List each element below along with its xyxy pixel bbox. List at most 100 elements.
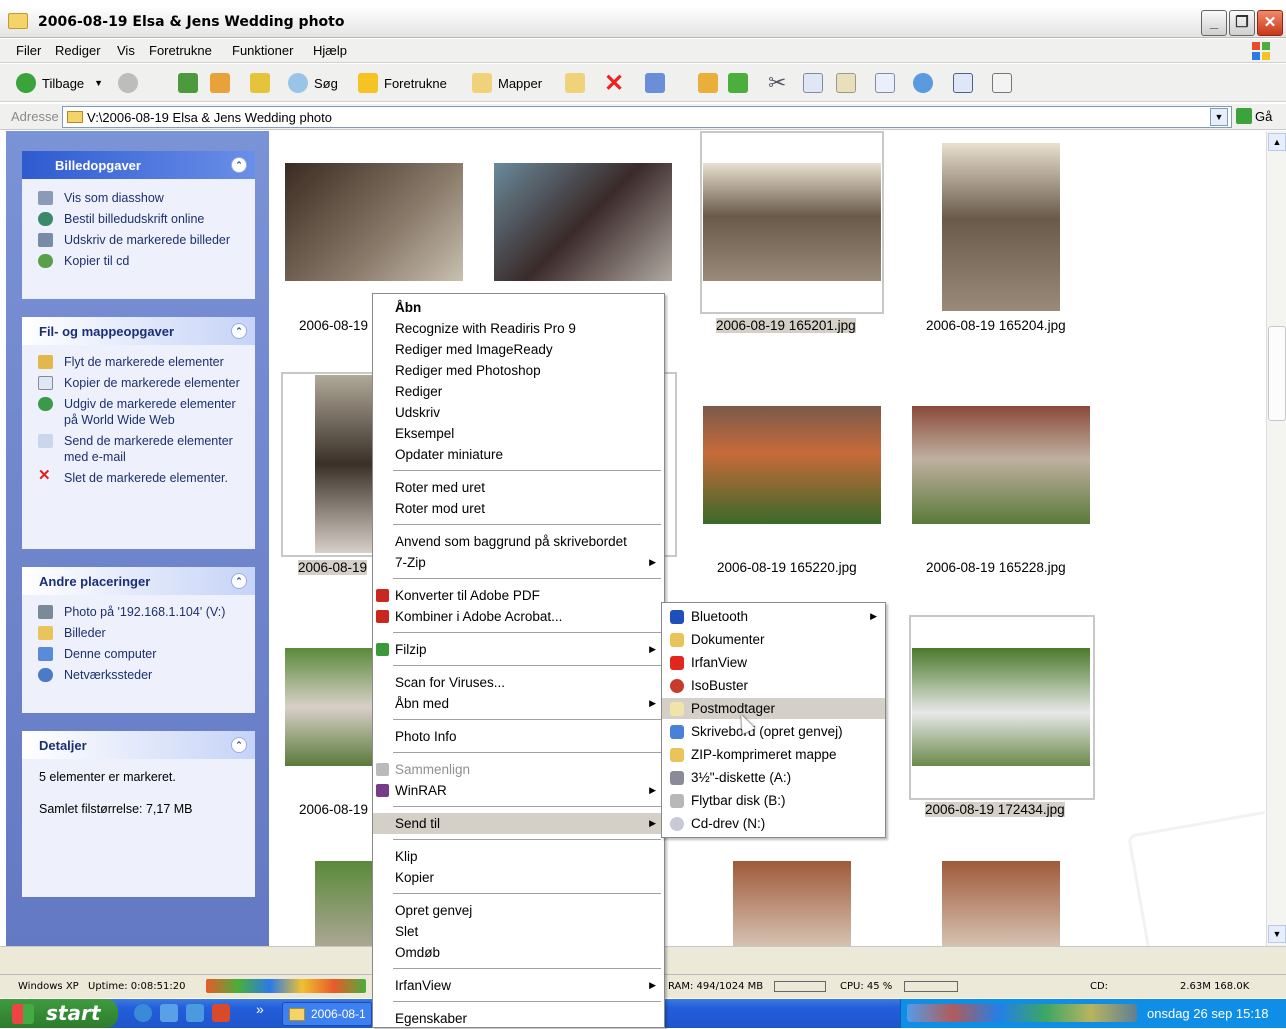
menu-vis[interactable]: Vis <box>117 43 135 58</box>
place-network-drive[interactable]: Photo på '192.168.1.104' (V:) <box>22 604 255 620</box>
address-dropdown[interactable]: ▼ <box>1210 108 1228 126</box>
folders-button[interactable]: Mapper <box>472 72 542 94</box>
menu-hjaelp[interactable]: Hjælp <box>313 43 347 58</box>
menu-item-rotate-cw[interactable]: Roter med uret <box>373 477 664 498</box>
home-icon[interactable] <box>210 73 230 93</box>
menu-funktioner[interactable]: Funktioner <box>232 43 293 58</box>
task-email[interactable]: Send de markerede elementer med e-mail <box>22 433 255 465</box>
chevron-down-icon[interactable]: ▼ <box>94 78 103 88</box>
window-icon[interactable] <box>953 73 973 93</box>
menu-item-refresh-thumbnail[interactable]: Opdater miniature <box>373 444 664 465</box>
menu-item-create-shortcut[interactable]: Opret genvej <box>373 900 664 921</box>
menu-item-irfanview[interactable]: IrfanView ▶ <box>373 975 664 996</box>
browser-icon[interactable] <box>134 1004 152 1022</box>
send-to-irfanview[interactable]: IrfanView <box>662 652 885 673</box>
place-pictures[interactable]: Billeder <box>22 625 255 641</box>
menu-item-preview[interactable]: Eksempel <box>373 423 664 444</box>
scroll-thumb[interactable] <box>1268 326 1286 421</box>
panel-header[interactable]: Detaljer ⌃ <box>22 731 255 759</box>
panel-header[interactable]: Fil- og mappeopgaver ⌃ <box>22 317 255 345</box>
thumbnail-image[interactable] <box>912 648 1090 766</box>
back-button[interactable]: Tilbage ▼ <box>16 72 103 94</box>
vertical-scrollbar[interactable]: ▲ ▼ <box>1266 131 1286 946</box>
menu-item-edit[interactable]: Rediger <box>373 381 664 402</box>
thumbnail-image[interactable] <box>942 143 1060 311</box>
send-to-floppy[interactable]: 3½"-diskette (A:) <box>662 767 885 788</box>
send-to-desktop[interactable]: Skrivebord (opret genvej) <box>662 721 885 742</box>
chevron-up-icon[interactable]: ⌃ <box>231 573 247 589</box>
cut-icon[interactable]: ✂ <box>768 70 786 96</box>
menu-item-filzip[interactable]: Filzip ▶ <box>373 639 664 660</box>
up-folder-icon[interactable] <box>250 73 270 93</box>
menu-item-delete[interactable]: Slet <box>373 921 664 942</box>
move-to-icon[interactable] <box>565 73 585 93</box>
thumbnail-image[interactable] <box>494 163 672 281</box>
title-bar[interactable]: 2006-08-19 Elsa & Jens Wedding photo _ ❐… <box>0 8 1286 38</box>
send-to-documents[interactable]: Dokumenter <box>662 629 885 650</box>
task-slideshow[interactable]: Vis som diasshow <box>22 190 255 206</box>
task-print[interactable]: Udskriv de markerede billeder <box>22 232 255 248</box>
task-order-prints[interactable]: Bestil billedudskrift online <box>22 211 255 227</box>
copy-to-icon[interactable] <box>698 73 718 93</box>
app-icon[interactable] <box>212 1004 230 1022</box>
scroll-up-button[interactable]: ▲ <box>1268 133 1286 151</box>
task-publish[interactable]: Udgiv de markerede elementer på World Wi… <box>22 396 255 428</box>
thumbnail-image[interactable] <box>315 861 375 946</box>
views-icon[interactable] <box>645 73 665 93</box>
send-to-zip-folder[interactable]: ZIP-komprimeret mappe <box>662 744 885 765</box>
app-icon[interactable] <box>160 1004 178 1022</box>
task-delete[interactable]: ✕ Slet de markerede elementer. <box>22 468 255 486</box>
thumbnail-image[interactable] <box>315 375 375 553</box>
thumbnail-image[interactable] <box>912 406 1090 524</box>
send-to-bluetooth[interactable]: Bluetooth ▶ <box>662 606 885 627</box>
search-button[interactable]: Søg <box>288 72 338 94</box>
thumbnail-image[interactable] <box>703 163 881 281</box>
share-icon[interactable] <box>728 73 748 93</box>
send-to-removable-disk[interactable]: Flytbar disk (B:) <box>662 790 885 811</box>
paste-icon[interactable] <box>836 73 856 93</box>
menu-item-set-wallpaper[interactable]: Anvend som baggrund på skrivebordet <box>373 531 664 552</box>
place-my-computer[interactable]: Denne computer <box>22 646 255 662</box>
chevron-right-icon[interactable]: » <box>256 1001 264 1017</box>
menu-item-readiris[interactable]: Recognize with Readiris Pro 9 <box>373 318 664 339</box>
favorites-button[interactable]: Foretrukne <box>358 72 447 94</box>
menu-rediger[interactable]: Rediger <box>55 43 101 58</box>
start-button[interactable]: start <box>0 999 118 1028</box>
send-to-mail-recipient[interactable]: Postmodtager <box>662 698 885 719</box>
menu-item-convert-pdf[interactable]: Konverter til Adobe PDF <box>373 585 664 606</box>
task-copy-to-cd[interactable]: Kopier til cd <box>22 253 255 269</box>
menu-item-cut[interactable]: Klip <box>373 846 664 867</box>
menu-item-open[interactable]: Åbn <box>373 297 664 318</box>
chevron-up-icon[interactable]: ⌃ <box>231 323 247 339</box>
panel-header[interactable]: Billedopgaver ⌃ <box>22 151 255 179</box>
task-move[interactable]: Flyt de markerede elementer <box>22 354 255 370</box>
go-button[interactable]: Gå <box>1236 108 1272 124</box>
menu-item-rename[interactable]: Omdøb <box>373 942 664 963</box>
address-input[interactable]: V:\2006-08-19 Elsa & Jens Wedding photo <box>62 106 1232 128</box>
tray-icons[interactable] <box>907 1004 1137 1022</box>
delete-icon[interactable]: ✕ <box>604 69 624 98</box>
taskbar-explorer-window[interactable]: 2006-08-1 <box>282 1002 372 1026</box>
sync-icon[interactable] <box>913 73 933 93</box>
chevron-up-icon[interactable]: ⌃ <box>231 737 247 753</box>
menu-item-imageready[interactable]: Rediger med ImageReady <box>373 339 664 360</box>
menu-item-photoshop[interactable]: Rediger med Photoshop <box>373 360 664 381</box>
new-folder-icon[interactable] <box>992 73 1012 93</box>
close-button[interactable]: ✕ <box>1257 10 1283 36</box>
menu-item-rotate-ccw[interactable]: Roter mod uret <box>373 498 664 519</box>
menu-item-7zip[interactable]: 7-Zip ▶ <box>373 552 664 573</box>
task-copy[interactable]: Kopier de markerede elementer <box>22 375 255 391</box>
scroll-down-button[interactable]: ▼ <box>1268 925 1286 943</box>
copy-icon[interactable] <box>803 73 823 93</box>
thumbnail-image[interactable] <box>285 648 373 766</box>
menu-item-winrar[interactable]: WinRAR ▶ <box>373 780 664 801</box>
maximize-button[interactable]: ❐ <box>1229 10 1255 36</box>
thumbnail-image[interactable] <box>733 861 851 946</box>
thumbnail-image[interactable] <box>703 406 881 524</box>
minimize-button[interactable]: _ <box>1201 10 1227 36</box>
menu-item-open-with[interactable]: Åbn med ▶ <box>373 693 664 714</box>
app-icon[interactable] <box>186 1004 204 1022</box>
forward-arrow-icon[interactable] <box>118 73 138 93</box>
menu-item-combine-acrobat[interactable]: Kombiner i Adobe Acrobat... <box>373 606 664 627</box>
chevron-up-icon[interactable]: ⌃ <box>231 157 247 173</box>
